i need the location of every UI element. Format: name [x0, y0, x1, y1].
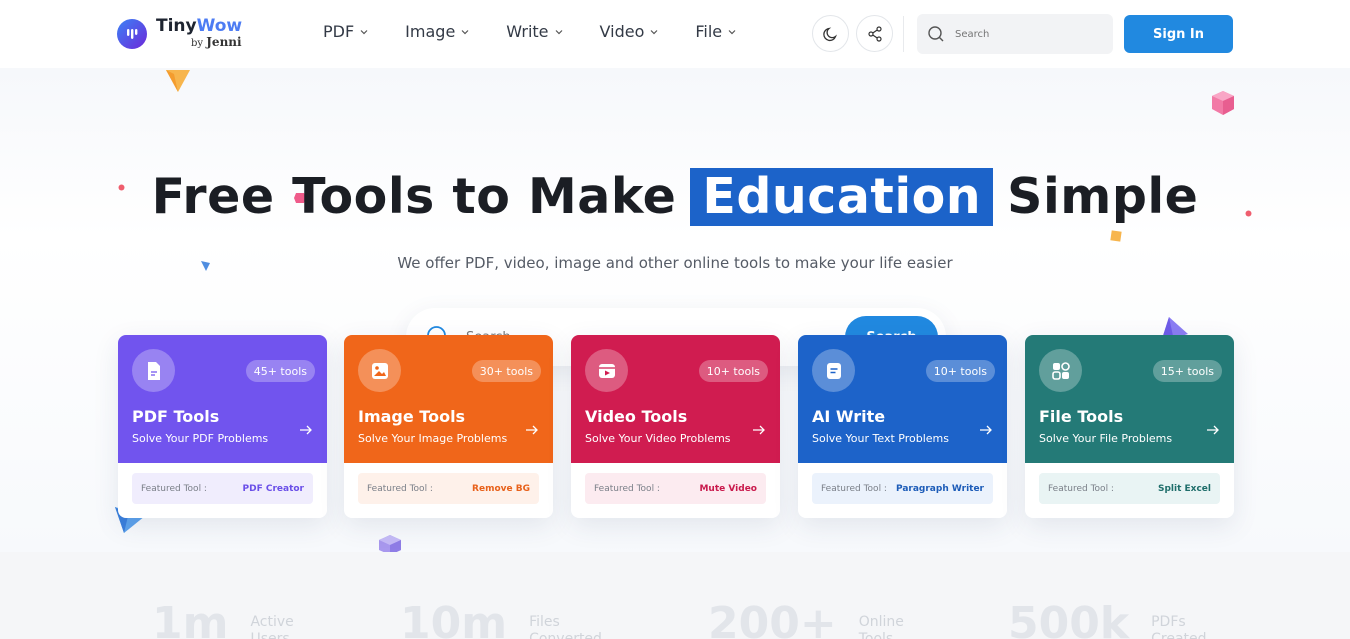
stat-value: 10m: [400, 598, 508, 639]
header-divider: [903, 16, 904, 52]
chevron-down-icon: [650, 29, 658, 34]
chevron-down-icon: [360, 29, 368, 34]
chevron-down-icon: [555, 29, 562, 34]
decor-cube-pink: [1212, 91, 1234, 115]
share-icon: [867, 25, 882, 42]
stat-value: 1m: [152, 598, 229, 639]
featured-tool-label: Featured Tool :: [594, 483, 660, 494]
tools-count-badge: 10+ tools: [925, 360, 995, 382]
card-pdf-tools[interactable]: 45+ tools PDF Tools Solve Your PDF Probl…: [118, 335, 327, 518]
featured-tool-label: Featured Tool :: [141, 483, 207, 494]
chevron-down-icon: [728, 29, 736, 34]
featured-tool-link[interactable]: Featured Tool : Paragraph Writer: [812, 473, 993, 504]
share-button[interactable]: [856, 15, 893, 52]
card-header: 10+ tools AI Write Solve Your Text Probl…: [798, 335, 1007, 463]
video-icon: [585, 349, 628, 392]
stat-label: Active Users: [250, 614, 294, 639]
stat-value: 500k: [1008, 598, 1130, 639]
chevron-down-icon: [461, 29, 469, 34]
nav-write[interactable]: Write: [506, 22, 563, 41]
card-subtitle: Solve Your File Problems: [1039, 432, 1173, 445]
stat-label: Files Converted: [529, 614, 602, 639]
featured-tool-name: Split Excel: [1157, 483, 1211, 494]
card-header: 30+ tools Image Tools Solve Your Image P…: [344, 335, 553, 463]
stat-label: PDFs Created: [1151, 614, 1207, 639]
card-subtitle: Solve Your Image Problems: [358, 432, 508, 445]
card-title: File Tools: [1039, 407, 1124, 426]
featured-tool-name: Mute Video: [699, 483, 757, 494]
search-icon: [928, 26, 944, 42]
file-grid-icon: [1039, 349, 1082, 392]
pdf-file-icon: [132, 349, 175, 392]
featured-tool-link[interactable]: Featured Tool : Remove BG: [358, 473, 539, 504]
card-subtitle: Solve Your PDF Problems: [132, 432, 269, 445]
card-header: 10+ tools Video Tools Solve Your Video P…: [571, 335, 780, 463]
hero-subtitle: We offer PDF, video, image and other onl…: [397, 254, 953, 272]
hero-title-highlight: Education: [690, 168, 994, 226]
dark-mode-toggle[interactable]: [812, 15, 849, 52]
tools-count-badge: 45+ tools: [245, 360, 315, 382]
logo-mark-icon: [117, 18, 147, 49]
logo-wordmark: TinyWow: [156, 16, 243, 36]
header-search[interactable]: [917, 14, 1113, 54]
sign-in-button[interactable]: Sign In: [1124, 15, 1233, 53]
tools-count-badge: 10+ tools: [698, 360, 768, 382]
site-header: TinyWow by Jenni PDF Image Write Video F…: [0, 0, 1350, 68]
stats-strip: 1m Active Users 10m Files Converted 200+ O…: [0, 552, 1350, 639]
card-ai-write[interactable]: 10+ tools AI Write Solve Your Text Probl…: [798, 335, 1007, 518]
nav-image[interactable]: Image: [405, 22, 470, 41]
tinywow-logo[interactable]: TinyWow by Jenni: [117, 18, 242, 49]
featured-tool-link[interactable]: Featured Tool : PDF Creator: [132, 473, 313, 504]
card-header: 45+ tools PDF Tools Solve Your PDF Probl…: [118, 335, 327, 463]
card-title: Image Tools: [358, 407, 466, 426]
arrow-right-icon: [980, 425, 992, 435]
featured-tool-link[interactable]: Featured Tool : Split Excel: [1039, 473, 1220, 504]
nav-video[interactable]: Video: [600, 22, 660, 41]
stat-active-users: 1m Active Users: [152, 602, 294, 639]
card-title: Video Tools: [585, 407, 688, 426]
featured-tool-label: Featured Tool :: [1048, 483, 1114, 494]
card-header: 15+ tools File Tools Solve Your File Pro…: [1025, 335, 1234, 463]
moon-icon: [822, 27, 837, 41]
stat-pdfs-created: 500k PDFs Created: [1008, 602, 1207, 639]
featured-tool-name: Remove BG: [472, 483, 530, 494]
main-nav: PDF Image Write Video File: [323, 22, 773, 41]
document-text-icon: [812, 349, 855, 392]
stat-value: 200+: [708, 598, 837, 639]
card-file-tools[interactable]: 15+ tools File Tools Solve Your File Pro…: [1025, 335, 1234, 518]
decor-triangle-orange: [166, 70, 190, 92]
card-subtitle: Solve Your Video Problems: [585, 432, 731, 445]
tools-count-badge: 30+ tools: [471, 360, 541, 382]
arrow-right-icon: [526, 425, 538, 435]
arrow-right-icon: [1207, 425, 1219, 435]
header-search-input[interactable]: [955, 28, 1095, 40]
arrow-right-icon: [300, 425, 312, 435]
featured-tool-name: PDF Creator: [242, 483, 305, 494]
image-icon: [358, 349, 401, 392]
nav-pdf[interactable]: PDF: [323, 22, 369, 41]
featured-tool-label: Featured Tool :: [821, 483, 887, 494]
stat-label: Online Tools: [858, 614, 904, 639]
card-subtitle: Solve Your Text Problems: [812, 432, 949, 445]
hero-title: Free Tools to Make Education Simple: [151, 168, 1199, 226]
featured-tool-label: Featured Tool :: [367, 483, 433, 494]
nav-file[interactable]: File: [695, 22, 737, 41]
card-video-tools[interactable]: 10+ tools Video Tools Solve Your Video P…: [571, 335, 780, 518]
tools-count-badge: 15+ tools: [1152, 360, 1222, 382]
logo-byline: by Jenni: [191, 35, 242, 49]
stat-online-tools: 200+ Online Tools: [708, 602, 904, 639]
card-title: AI Write: [812, 407, 886, 426]
arrow-right-icon: [753, 425, 765, 435]
stat-files-converted: 10m Files Converted: [400, 602, 602, 639]
featured-tool-name: Paragraph Writer: [895, 483, 984, 494]
decor-square-orange: [1110, 230, 1122, 242]
card-title: PDF Tools: [132, 407, 220, 426]
card-image-tools[interactable]: 30+ tools Image Tools Solve Your Image P…: [344, 335, 553, 518]
featured-tool-link[interactable]: Featured Tool : Mute Video: [585, 473, 766, 504]
